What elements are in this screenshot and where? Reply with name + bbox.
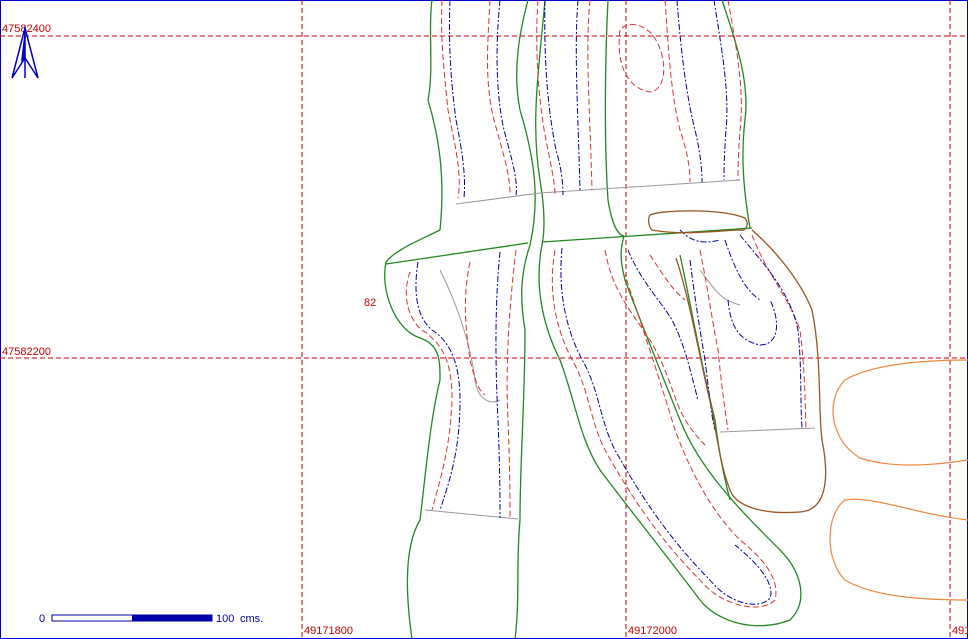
- grid-label-east-left: 49171800: [304, 625, 353, 637]
- parcel-middle-right: [604, 0, 625, 237]
- scale-bar: 0 100 cms.: [39, 613, 263, 625]
- grid-label-north-mid: 47582200: [2, 346, 51, 358]
- scale-bar-end-label: 100: [216, 613, 234, 625]
- grid-label-east-right: 491: [952, 625, 968, 637]
- brown-feature: [648, 210, 827, 514]
- parcel-cross-line-2: [541, 227, 753, 243]
- section-lines: [424, 179, 816, 520]
- map-canvas[interactable]: 47582400 47582200 49171800 49172000 491: [0, 0, 968, 639]
- grid-label-east-mid: 49172000: [628, 625, 677, 637]
- scale-bar-fill: [132, 615, 212, 621]
- parcel-boundaries: [384, 0, 802, 639]
- coordinate-grid: [0, 0, 968, 639]
- parcel-left-inner: [514, 0, 536, 639]
- parcel-right-strip: [721, 0, 751, 229]
- scale-bar-start-label: 0: [39, 613, 45, 625]
- scale-bar-unit: cms.: [240, 613, 263, 625]
- orange-features: [829, 359, 968, 601]
- contour-label: 82: [364, 297, 376, 309]
